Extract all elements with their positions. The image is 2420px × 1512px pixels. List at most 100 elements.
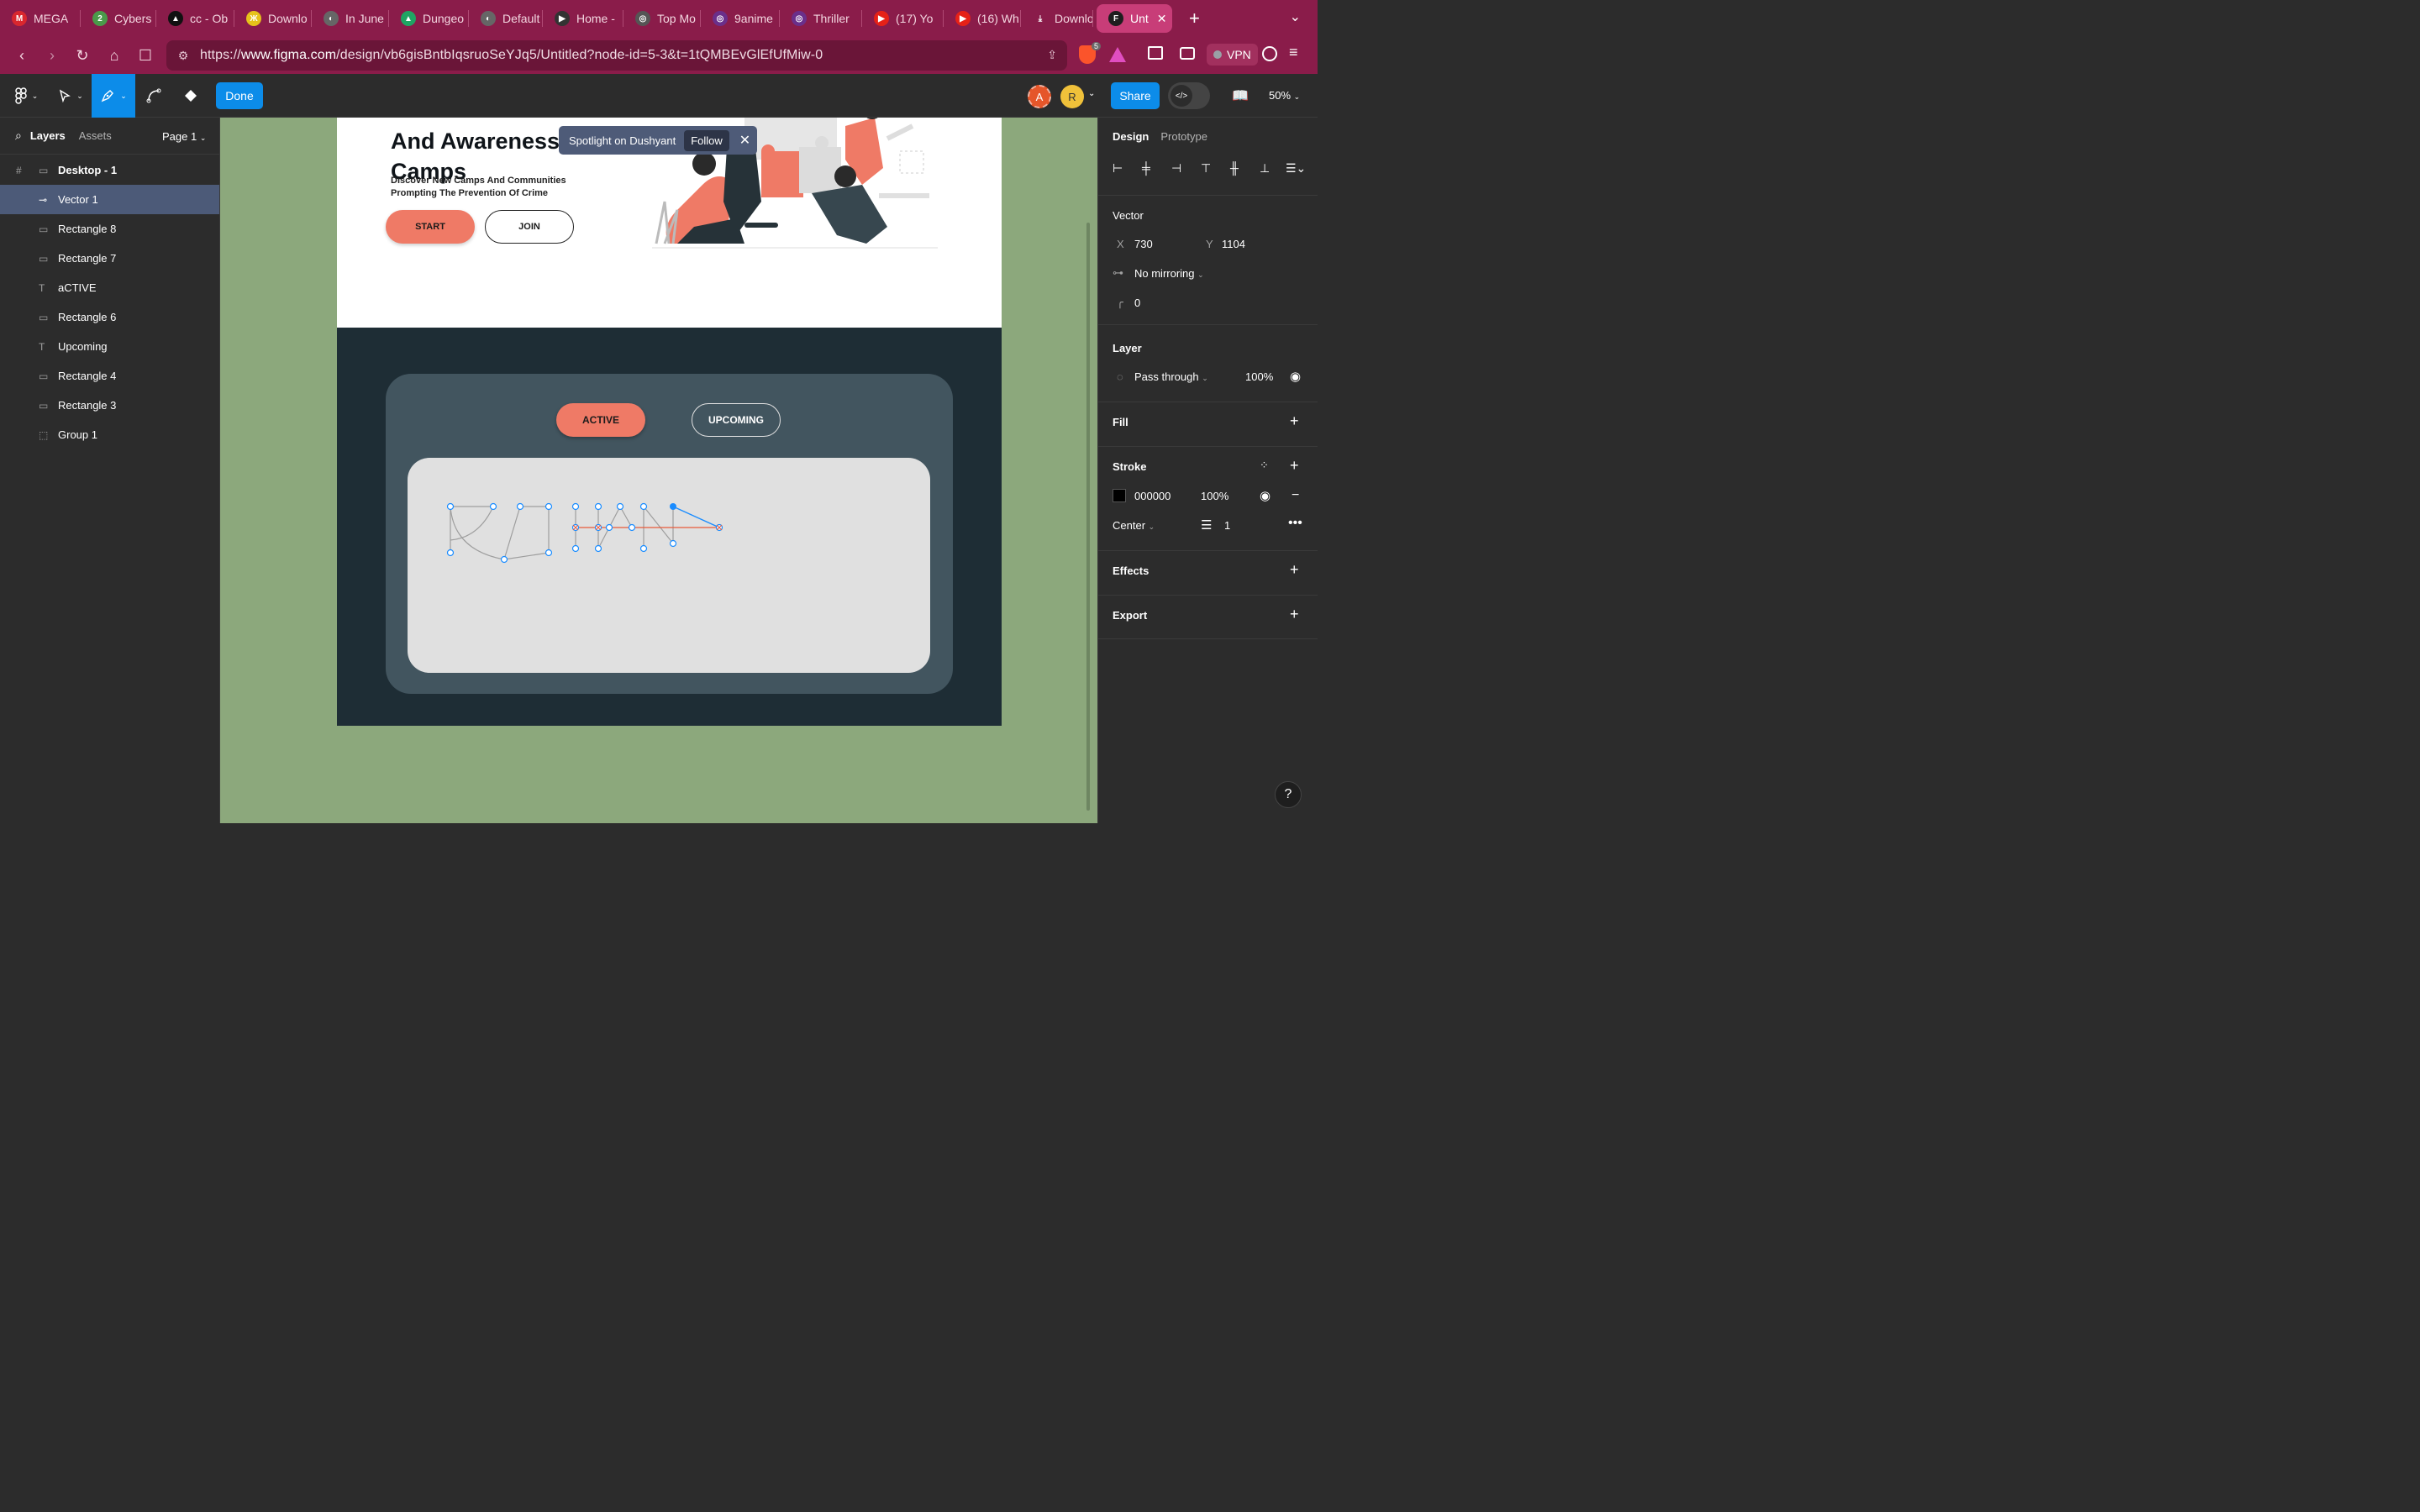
vector-node[interactable] <box>639 544 648 553</box>
align-left-icon[interactable]: ⊢ <box>1113 161 1123 176</box>
brave-rewards-icon[interactable] <box>1109 47 1126 62</box>
corner-radius-input[interactable]: 0 <box>1134 297 1140 309</box>
chevron-down-icon[interactable]: ⌄ <box>1088 89 1095 98</box>
bend-tool-icon[interactable] <box>141 74 166 118</box>
avatar-a[interactable]: A <box>1028 85 1051 108</box>
bookmark-icon[interactable]: ☐ <box>130 40 160 71</box>
vector-node[interactable] <box>516 502 524 511</box>
add-export-icon[interactable]: + <box>1290 606 1299 623</box>
layer-row[interactable]: ⊸ Vector 1 <box>0 185 219 214</box>
browser-tab[interactable]: ▶ Home - <box>543 0 623 37</box>
align-top-icon[interactable]: ⊤ <box>1201 161 1211 176</box>
vector-node-selected[interactable] <box>670 503 676 510</box>
layer-row[interactable]: ▭ Rectangle 6 <box>0 302 219 332</box>
share-page-icon[interactable]: ⇪ <box>1047 48 1057 62</box>
add-effect-icon[interactable]: + <box>1290 561 1299 579</box>
browser-tab-active[interactable]: F Unt ✕ <box>1097 4 1172 33</box>
upcoming-button[interactable]: UPCOMING <box>692 403 781 437</box>
pen-tool-icon[interactable]: ⌄ <box>92 74 135 118</box>
leo-ai-icon[interactable] <box>1262 46 1277 61</box>
vector-node[interactable] <box>500 555 508 564</box>
page-selector[interactable]: Page 1 ⌄ <box>162 130 206 143</box>
active-button[interactable]: ACTIVE <box>556 403 645 437</box>
design-canvas[interactable]: And Awareness Camps Discover New Camps A… <box>220 118 1097 823</box>
library-book-icon[interactable]: 📖 <box>1232 87 1249 104</box>
layer-row[interactable]: ⬚ Group 1 <box>0 420 219 449</box>
vector-node[interactable] <box>446 502 455 511</box>
browser-tab[interactable]: ▲ cc - Ob <box>156 0 234 37</box>
vector-node[interactable] <box>489 502 497 511</box>
layer-opacity-input[interactable]: 100% <box>1245 370 1273 383</box>
vector-node[interactable] <box>669 539 677 548</box>
help-button[interactable]: ? <box>1275 781 1302 808</box>
stroke-opacity-input[interactable]: 100% <box>1201 490 1228 502</box>
layer-row[interactable]: ▭ Rectangle 7 <box>0 244 219 273</box>
home-icon[interactable]: ⌂ <box>99 40 129 71</box>
x-input[interactable]: 730 <box>1134 238 1153 250</box>
vector-node[interactable] <box>594 502 602 511</box>
browser-tab[interactable]: Ж Downlo <box>234 0 312 37</box>
stroke-color-swatch[interactable] <box>1113 489 1126 502</box>
main-menu-icon[interactable]: ⌄ <box>10 74 40 118</box>
vector-node[interactable] <box>639 502 648 511</box>
more-options-icon[interactable]: ••• <box>1288 516 1302 531</box>
style-grid-icon[interactable]: ⁘ <box>1260 459 1269 472</box>
tab-prototype[interactable]: Prototype <box>1160 130 1207 143</box>
browser-tab[interactable]: ◎ 9anime <box>701 0 780 37</box>
canvas-scrollbar[interactable] <box>1086 223 1090 811</box>
browser-tab[interactable]: ▶ (17) Yo <box>862 0 944 37</box>
align-horizontal-center-icon[interactable]: ╪ <box>1142 161 1150 175</box>
vector-node[interactable] <box>594 544 602 553</box>
wallet-icon[interactable] <box>1180 47 1195 60</box>
content-panel[interactable] <box>408 458 930 673</box>
layer-row[interactable]: ▭ Rectangle 3 <box>0 391 219 420</box>
share-button[interactable]: Share <box>1111 82 1160 109</box>
browser-menu-icon[interactable]: ≡ <box>1289 44 1298 61</box>
browser-tab[interactable]: M MEGA <box>0 0 81 37</box>
eye-icon[interactable]: ◉ <box>1260 488 1270 503</box>
forward-icon[interactable]: › <box>37 40 67 71</box>
tab-search-icon[interactable]: ⌄ <box>1290 8 1301 25</box>
dev-mode-toggle[interactable]: </> <box>1168 82 1210 109</box>
vector-node[interactable] <box>605 523 613 532</box>
y-input[interactable]: 1104 <box>1222 238 1245 250</box>
vector-node[interactable] <box>571 502 580 511</box>
stroke-color-input[interactable]: 000000 <box>1134 490 1171 502</box>
layer-row[interactable]: TaCTIVE <box>0 273 219 302</box>
reload-icon[interactable]: ↻ <box>67 40 97 71</box>
browser-tab[interactable]: 2 Cybers <box>81 0 156 37</box>
browser-tab[interactable]: ◐ In June <box>312 0 389 37</box>
events-section[interactable]: ACTIVE UPCOMING <box>337 328 1002 726</box>
blend-mode-dropdown[interactable]: Pass through ⌄ <box>1134 370 1208 383</box>
layer-row[interactable]: T Upcoming <box>0 332 219 361</box>
vector-node[interactable] <box>544 549 553 557</box>
join-button[interactable]: JOIN <box>485 210 574 244</box>
vector-node[interactable] <box>544 502 553 511</box>
tab-assets[interactable]: Assets <box>79 129 112 142</box>
new-tab-button[interactable]: + <box>1189 8 1200 29</box>
browser-tab[interactable]: ◐ Default <box>469 0 543 37</box>
search-icon[interactable]: ⌕ <box>15 129 22 143</box>
tab-layers[interactable]: Layers <box>30 129 66 142</box>
layer-row[interactable]: ▭ Rectangle 4 <box>0 361 219 391</box>
add-stroke-icon[interactable]: + <box>1290 457 1299 475</box>
vector-node[interactable] <box>446 549 455 557</box>
browser-tab[interactable]: ▲ Dungeo <box>389 0 469 37</box>
url-field[interactable]: ⚙ https://www.figma.com/design/vb6gisBnt… <box>166 40 1067 71</box>
follow-button[interactable]: Follow <box>684 129 729 151</box>
back-icon[interactable]: ‹ <box>7 40 37 71</box>
layer-row[interactable]: ▭ Rectangle 8 <box>0 214 219 244</box>
mirroring-dropdown[interactable]: No mirroring ⌄ <box>1134 267 1204 280</box>
browser-tab[interactable]: ▶ (16) Wh <box>944 0 1021 37</box>
zoom-dropdown[interactable]: 50% ⌄ <box>1269 89 1300 102</box>
tab-design[interactable]: Design <box>1113 130 1149 143</box>
align-bottom-icon[interactable]: ⊥ <box>1260 161 1270 176</box>
add-fill-icon[interactable]: + <box>1290 412 1299 430</box>
brave-shields-icon[interactable]: 5 <box>1079 42 1101 64</box>
browser-tab[interactable]: ⤓ Downlo <box>1021 0 1093 37</box>
vector-node[interactable] <box>571 544 580 553</box>
eye-icon[interactable]: ◉ <box>1290 369 1301 384</box>
events-card[interactable]: ACTIVE UPCOMING <box>386 374 953 694</box>
paint-bucket-icon[interactable] <box>178 74 203 118</box>
distribute-icon[interactable]: ☰⌄ <box>1286 161 1306 176</box>
